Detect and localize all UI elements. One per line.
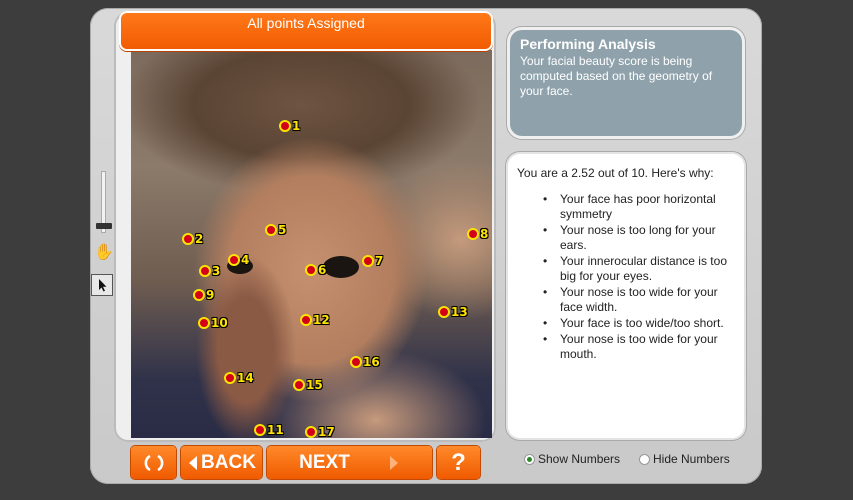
- face-point-7[interactable]: [362, 255, 374, 267]
- back-arrow-icon: [189, 455, 198, 470]
- left-eye: [323, 256, 359, 278]
- face-point-17[interactable]: [305, 426, 317, 438]
- next-label: NEXT: [299, 451, 350, 473]
- analysis-title: Performing Analysis: [520, 36, 656, 52]
- help-label: ?: [451, 448, 466, 476]
- point-label-11: 11: [267, 423, 284, 437]
- reason-item: Your nose is too long for your ears.: [543, 223, 734, 253]
- show-numbers-option[interactable]: Show Numbers: [524, 452, 620, 466]
- face-point-9[interactable]: [193, 289, 205, 301]
- point-label-13: 13: [451, 305, 468, 319]
- point-label-9: 9: [206, 288, 215, 302]
- status-header: All points Assigned: [119, 11, 493, 51]
- face-point-3[interactable]: [199, 265, 211, 277]
- hide-numbers-option[interactable]: Hide Numbers: [639, 452, 730, 466]
- show-numbers-label: Show Numbers: [538, 452, 621, 466]
- reason-item: Your nose is too wide for your mouth.: [543, 332, 734, 362]
- back-label: BACK: [201, 451, 256, 473]
- point-label-12: 12: [313, 313, 330, 327]
- point-label-3: 3: [212, 264, 221, 278]
- point-label-14: 14: [237, 371, 254, 385]
- point-label-16: 16: [363, 355, 380, 369]
- face-point-15[interactable]: [293, 379, 305, 391]
- reason-item: Your face has poor horizontal symmetry: [543, 192, 734, 222]
- hide-numbers-label: Hide Numbers: [653, 452, 730, 466]
- face-point-14[interactable]: [224, 372, 236, 384]
- face-point-13[interactable]: [438, 306, 450, 318]
- point-label-5: 5: [278, 223, 287, 237]
- pointer-arrow-icon: [99, 279, 107, 292]
- next-button[interactable]: NEXT: [267, 446, 432, 479]
- reasons-list: Your face has poor horizontal symmetry Y…: [517, 192, 734, 362]
- reset-icon: [144, 454, 163, 471]
- show-numbers-radio[interactable]: [524, 453, 535, 465]
- reason-item: Your nose is too wide for your face widt…: [543, 285, 734, 315]
- back-button[interactable]: BACK: [181, 446, 262, 479]
- analysis-panel: Performing Analysis Your facial beauty s…: [510, 30, 742, 136]
- face-point-12[interactable]: [300, 314, 312, 326]
- face-point-11[interactable]: [254, 424, 266, 436]
- face-point-6[interactable]: [305, 264, 317, 276]
- reset-button[interactable]: [131, 446, 176, 479]
- point-label-8: 8: [480, 227, 489, 241]
- face-point-8[interactable]: [467, 228, 479, 240]
- point-label-6: 6: [318, 263, 327, 277]
- zoom-slider-thumb[interactable]: [96, 223, 112, 229]
- pointer-tool-icon[interactable]: [91, 274, 113, 296]
- face-point-16[interactable]: [350, 356, 362, 368]
- point-label-1: 1: [292, 119, 301, 133]
- point-label-17: 17: [318, 425, 335, 439]
- hide-numbers-radio[interactable]: [639, 453, 650, 465]
- face-point-5[interactable]: [265, 224, 277, 236]
- face-point-1[interactable]: [279, 120, 291, 132]
- score-summary: You are a 2.52 out of 10. Here's why:: [517, 166, 714, 180]
- face-point-2[interactable]: [182, 233, 194, 245]
- next-arrow-icon: [389, 455, 398, 470]
- results-panel: You are a 2.52 out of 10. Here's why: Yo…: [508, 154, 744, 438]
- point-label-4: 4: [241, 253, 250, 267]
- point-label-10: 10: [211, 316, 228, 330]
- point-label-2: 2: [195, 232, 204, 246]
- face-point-10[interactable]: [198, 317, 210, 329]
- reason-item: Your innerocular distance is too big for…: [543, 254, 734, 284]
- hand-tool-icon[interactable]: ✋: [94, 244, 114, 262]
- analysis-description: Your facial beauty score is being comput…: [520, 54, 713, 98]
- help-button[interactable]: ?: [437, 446, 480, 479]
- face-point-4[interactable]: [228, 254, 240, 266]
- reason-item: Your face is too wide/too short.: [543, 316, 734, 331]
- status-title: All points Assigned: [247, 15, 365, 31]
- point-label-15: 15: [306, 378, 323, 392]
- point-label-7: 7: [375, 254, 384, 268]
